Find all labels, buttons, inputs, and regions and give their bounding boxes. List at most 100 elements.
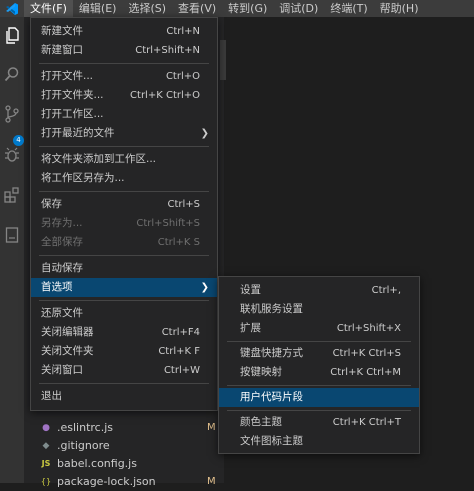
menu-item-label: 用户代码片段 — [240, 391, 303, 403]
menu-item-save[interactable]: 保存 Ctrl+S — [31, 195, 217, 214]
menu-item-label: 文件图标主题 — [240, 435, 303, 447]
menu-item-user-snippets[interactable]: 用户代码片段 — [219, 388, 419, 407]
git-status-badge: M — [207, 476, 216, 487]
menu-item-shortcut: Ctrl+N — [166, 26, 200, 37]
remote-explorer-icon[interactable] — [0, 220, 24, 250]
menu-separator — [39, 300, 209, 301]
source-control-icon[interactable] — [0, 99, 24, 129]
file-name: package-lock.json — [57, 475, 156, 488]
debug-icon[interactable] — [0, 140, 24, 170]
file-item-package-lock[interactable]: {} package-lock.json M — [24, 473, 224, 491]
search-icon[interactable] — [0, 59, 24, 89]
menu-item-keymaps[interactable]: 按键映射 Ctrl+K Ctrl+M — [219, 363, 419, 382]
menu-item-label: 关闭编辑器 — [41, 326, 94, 338]
file-item-gitignore[interactable]: ◆ .gitignore — [24, 437, 224, 455]
menu-item-preferences[interactable]: 首选项 ❯ — [31, 278, 217, 297]
menu-item-open-recent[interactable]: 打开最近的文件 ❯ — [31, 124, 217, 143]
menu-item-label: 自动保存 — [41, 262, 83, 274]
menu-item-add-folder-to-workspace[interactable]: 将文件夹添加到工作区... — [31, 150, 217, 169]
file-menu-dropdown: 新建文件 Ctrl+N 新建窗口 Ctrl+Shift+N 打开文件... Ct… — [30, 17, 218, 411]
menu-item-shortcut: Ctrl+K Ctrl+T — [332, 417, 401, 428]
menu-item-shortcut: Ctrl+Shift+N — [135, 45, 200, 56]
menu-help[interactable]: 帮助(H) — [374, 0, 425, 17]
menu-item-shortcut: Ctrl+K F — [158, 346, 200, 357]
menu-item-open-workspace[interactable]: 打开工作区... — [31, 105, 217, 124]
file-item-babel-config[interactable]: JS babel.config.js — [24, 455, 224, 473]
chevron-right-icon: ❯ — [200, 282, 209, 293]
menu-item-save-workspace-as[interactable]: 将工作区另存为... — [31, 169, 217, 188]
js-file-icon: JS — [41, 459, 51, 468]
menu-item-label: 首选项 — [41, 281, 73, 293]
menu-item-label: 将工作区另存为... — [41, 172, 125, 184]
menu-item-label: 打开文件... — [41, 70, 94, 82]
menu-bar: 文件(F) 编辑(E) 选择(S) 查看(V) 转到(G) 调试(D) 终端(T… — [0, 0, 474, 17]
menu-item-label: 打开最近的文件 — [41, 127, 115, 139]
vscode-logo-icon — [0, 0, 24, 17]
file-name: babel.config.js — [57, 457, 137, 470]
menu-separator — [39, 63, 209, 64]
menu-item-label: 打开文件夹... — [41, 89, 104, 101]
menu-item-label: 打开工作区... — [41, 108, 104, 120]
json-file-icon: {} — [40, 477, 52, 486]
menu-item-label: 设置 — [240, 284, 261, 296]
menu-item-shortcut: Ctrl+K S — [157, 237, 200, 248]
menu-item-shortcut: Ctrl+K Ctrl+O — [130, 90, 200, 101]
file-name: .eslintrc.js — [57, 421, 114, 434]
menu-item-settings[interactable]: 设置 Ctrl+, — [219, 281, 419, 300]
menu-item-label: 全部保存 — [41, 236, 83, 248]
sidebar-scrollbar[interactable] — [220, 40, 226, 80]
menu-edit[interactable]: 编辑(E) — [73, 0, 123, 17]
menu-item-label: 保存 — [41, 198, 62, 210]
menu-item-keyboard-shortcuts[interactable]: 键盘快捷方式 Ctrl+K Ctrl+S — [219, 344, 419, 363]
menu-item-label: 按键映射 — [240, 366, 282, 378]
menu-item-shortcut: Ctrl+Shift+X — [336, 323, 401, 334]
menu-item-save-as[interactable]: 另存为... Ctrl+Shift+S — [31, 214, 217, 233]
menu-item-label: 关闭窗口 — [41, 364, 83, 376]
menu-item-label: 新建窗口 — [41, 44, 83, 56]
menu-separator — [39, 255, 209, 256]
menu-item-online-services-settings[interactable]: 联机服务设置 — [219, 300, 419, 319]
menu-item-label: 新建文件 — [41, 25, 83, 37]
menu-terminal[interactable]: 终端(T) — [324, 0, 373, 17]
menu-file[interactable]: 文件(F) — [24, 0, 73, 17]
git-status-badge: M — [207, 422, 216, 433]
menu-separator — [227, 410, 411, 411]
menu-item-revert-file[interactable]: 还原文件 — [31, 304, 217, 323]
menu-item-shortcut: Ctrl+K Ctrl+S — [332, 348, 401, 359]
menu-go[interactable]: 转到(G) — [222, 0, 273, 17]
menu-item-open-file[interactable]: 打开文件... Ctrl+O — [31, 67, 217, 86]
git-file-icon: ◆ — [42, 441, 50, 451]
menu-item-close-window[interactable]: 关闭窗口 Ctrl+W — [31, 361, 217, 380]
menu-item-color-theme[interactable]: 颜色主题 Ctrl+K Ctrl+T — [219, 413, 419, 432]
menu-item-label: 键盘快捷方式 — [240, 347, 303, 359]
file-item-eslintrc[interactable]: ● .eslintrc.js M — [24, 419, 224, 437]
menu-item-new-file[interactable]: 新建文件 Ctrl+N — [31, 22, 217, 41]
menu-item-file-icon-theme[interactable]: 文件图标主题 — [219, 432, 419, 451]
menu-item-label: 联机服务设置 — [240, 303, 303, 315]
menu-item-shortcut: Ctrl+S — [167, 199, 200, 210]
menu-item-new-window[interactable]: 新建窗口 Ctrl+Shift+N — [31, 41, 217, 60]
menu-item-extensions[interactable]: 扩展 Ctrl+Shift+X — [219, 319, 419, 338]
menu-view[interactable]: 查看(V) — [172, 0, 222, 17]
menu-item-close-folder[interactable]: 关闭文件夹 Ctrl+K F — [31, 342, 217, 361]
file-name: .gitignore — [57, 439, 110, 452]
menu-item-shortcut: Ctrl+K Ctrl+M — [330, 367, 401, 378]
preferences-submenu: 设置 Ctrl+, 联机服务设置 扩展 Ctrl+Shift+X 键盘快捷方式 … — [218, 276, 420, 454]
menu-item-close-editor[interactable]: 关闭编辑器 Ctrl+F4 — [31, 323, 217, 342]
menu-item-shortcut: Ctrl+W — [163, 365, 200, 376]
menu-separator — [39, 383, 209, 384]
explorer-icon[interactable] — [0, 21, 24, 51]
menu-item-open-folder[interactable]: 打开文件夹... Ctrl+K Ctrl+O — [31, 86, 217, 105]
menu-item-label: 将文件夹添加到工作区... — [41, 153, 157, 165]
menu-selection[interactable]: 选择(S) — [122, 0, 172, 17]
extensions-icon[interactable] — [0, 180, 24, 210]
menu-item-label: 扩展 — [240, 322, 261, 334]
menu-item-save-all[interactable]: 全部保存 Ctrl+K S — [31, 233, 217, 252]
menu-item-shortcut: Ctrl+F4 — [161, 327, 200, 338]
menu-item-shortcut: Ctrl+Shift+S — [136, 218, 200, 229]
menu-item-auto-save[interactable]: 自动保存 — [31, 259, 217, 278]
menu-debug[interactable]: 调试(D) — [273, 0, 324, 17]
menu-item-shortcut: Ctrl+O — [165, 71, 200, 82]
menu-item-exit[interactable]: 退出 — [31, 387, 217, 406]
menu-item-label: 关闭文件夹 — [41, 345, 94, 357]
